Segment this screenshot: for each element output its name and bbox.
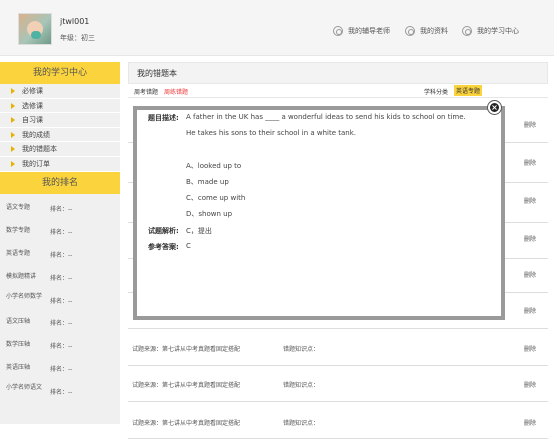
nav-learning-center-label: 我的学习中心 bbox=[477, 27, 519, 35]
learning-center-icon bbox=[462, 26, 472, 36]
rank-list: 语文专题 排名：-- 数学专题 排名：-- 英语专题 排名：-- 模拟题精讲 排… bbox=[0, 193, 120, 424]
sidebar-item-mistakes[interactable]: 我的错题本 bbox=[0, 142, 120, 157]
delete-button[interactable]: 删除 bbox=[524, 120, 536, 129]
rank-subject: 语文压轴 bbox=[6, 317, 31, 325]
row-source: 试题来源：第七讲从中考真题看固定搭配 bbox=[132, 346, 241, 353]
sidebar-menu: 必修课 选修课 自习课 我的成绩 我的错题本 我的订单 bbox=[0, 84, 120, 172]
row-knowledge: 错题知识点： bbox=[283, 420, 320, 427]
rank-subject: 小学名师数学 bbox=[6, 292, 43, 300]
delete-button[interactable]: 删除 bbox=[524, 306, 536, 315]
rank-value: 排名：-- bbox=[50, 205, 73, 213]
subject-filter-tag[interactable]: 英语专题 bbox=[454, 85, 483, 96]
rank-value: 排名：-- bbox=[50, 251, 73, 259]
sidebar: 我的学习中心 必修课 选修课 自习课 我的成绩 我的错题本 我的订单 我的排名 … bbox=[0, 62, 120, 447]
tutor-icon bbox=[333, 26, 343, 36]
nav-profile-label: 我的资料 bbox=[420, 27, 448, 35]
row-divider bbox=[128, 328, 548, 329]
page-title: 我的错题本 bbox=[128, 62, 548, 84]
delete-button[interactable]: 删除 bbox=[524, 344, 536, 353]
nav-learning-center[interactable]: 我的学习中心 bbox=[462, 26, 519, 36]
question-line-2: He takes his sons to their school in a w… bbox=[186, 129, 357, 137]
delete-button[interactable]: 删除 bbox=[524, 418, 536, 427]
top-header: jtwl001 年级：初三 我的辅导老师 我的资料 我的学习中心 bbox=[0, 0, 554, 56]
option-c: C、come up with bbox=[186, 194, 246, 202]
rank-value: 排名：-- bbox=[50, 297, 73, 305]
tab-weekly-practice[interactable]: 周练错题 bbox=[164, 87, 188, 96]
row-divider bbox=[128, 365, 548, 366]
rank-subject: 英语压轴 bbox=[6, 363, 31, 371]
nav-profile[interactable]: 我的资料 bbox=[405, 26, 448, 36]
row-knowledge: 错题知识点： bbox=[283, 346, 320, 353]
question-desc-label: 题目描述: bbox=[148, 114, 179, 122]
delete-button[interactable]: 删除 bbox=[524, 380, 536, 389]
rank-subject: 模拟题精讲 bbox=[6, 272, 37, 280]
row-divider bbox=[128, 401, 548, 402]
option-a: A、looked up to bbox=[186, 162, 242, 170]
sidebar-item-grades[interactable]: 我的成绩 bbox=[0, 128, 120, 143]
rank-value: 排名：-- bbox=[50, 342, 73, 350]
question-line-1: A father in the UK has ____ a wonderful … bbox=[186, 113, 466, 121]
analysis-label: 试题解析: bbox=[148, 227, 179, 235]
delete-button[interactable]: 删除 bbox=[524, 270, 536, 279]
rank-subject: 数学专题 bbox=[6, 226, 31, 234]
avatar-pacifier bbox=[31, 31, 41, 39]
rank-value: 排名：-- bbox=[50, 388, 73, 396]
row-divider bbox=[128, 438, 548, 439]
nav-tutor[interactable]: 我的辅导老师 bbox=[333, 26, 390, 36]
option-d: D、shown up bbox=[186, 210, 233, 218]
delete-button[interactable]: 删除 bbox=[524, 196, 536, 205]
tab-bar: 周考错题 周练错题 学科分类 英语专题 bbox=[128, 84, 548, 98]
analysis-text: C，提出 bbox=[186, 227, 212, 235]
rank-subject: 语文专题 bbox=[6, 203, 31, 211]
rank-value: 排名：-- bbox=[50, 365, 73, 373]
rank-subject: 小学名师语文 bbox=[6, 383, 43, 391]
grade-label: 年级：初三 bbox=[60, 34, 95, 42]
nav-tutor-label: 我的辅导老师 bbox=[348, 27, 390, 35]
sidebar-item-orders[interactable]: 我的订单 bbox=[0, 157, 120, 172]
rank-subject: 数学压轴 bbox=[6, 340, 31, 348]
answer-label: 参考答案: bbox=[148, 243, 179, 251]
sidebar-item-elective[interactable]: 选修课 bbox=[0, 99, 120, 114]
option-b: B、made up bbox=[186, 178, 229, 186]
answer-text: C bbox=[186, 242, 191, 250]
profile-icon bbox=[405, 26, 415, 36]
rank-title: 我的排名 bbox=[0, 171, 120, 194]
delete-button[interactable]: 删除 bbox=[524, 234, 536, 243]
tab-weekly-exam[interactable]: 周考错题 bbox=[134, 87, 158, 96]
row-source: 试题来源：第七讲从中考真题看固定搭配 bbox=[132, 420, 241, 427]
rank-subject: 英语专题 bbox=[6, 249, 31, 257]
username: jtwl001 bbox=[60, 17, 90, 26]
sidebar-title: 我的学习中心 bbox=[0, 62, 120, 84]
close-icon[interactable]: × bbox=[488, 101, 501, 114]
rank-value: 排名：-- bbox=[50, 274, 73, 282]
main-panel: 我的错题本 周考错题 周练错题 学科分类 英语专题 bbox=[128, 62, 548, 98]
rank-value: 排名：-- bbox=[50, 228, 73, 236]
subject-filter-label: 学科分类 bbox=[424, 89, 449, 96]
sidebar-item-self-study[interactable]: 自习课 bbox=[0, 113, 120, 128]
row-knowledge: 错题知识点： bbox=[283, 382, 320, 389]
sidebar-item-required[interactable]: 必修课 bbox=[0, 84, 120, 99]
delete-button[interactable]: 删除 bbox=[524, 158, 536, 167]
row-source: 试题来源：第七讲从中考真题看固定搭配 bbox=[132, 382, 241, 389]
avatar[interactable] bbox=[18, 13, 52, 45]
rank-value: 排名：-- bbox=[50, 319, 73, 327]
